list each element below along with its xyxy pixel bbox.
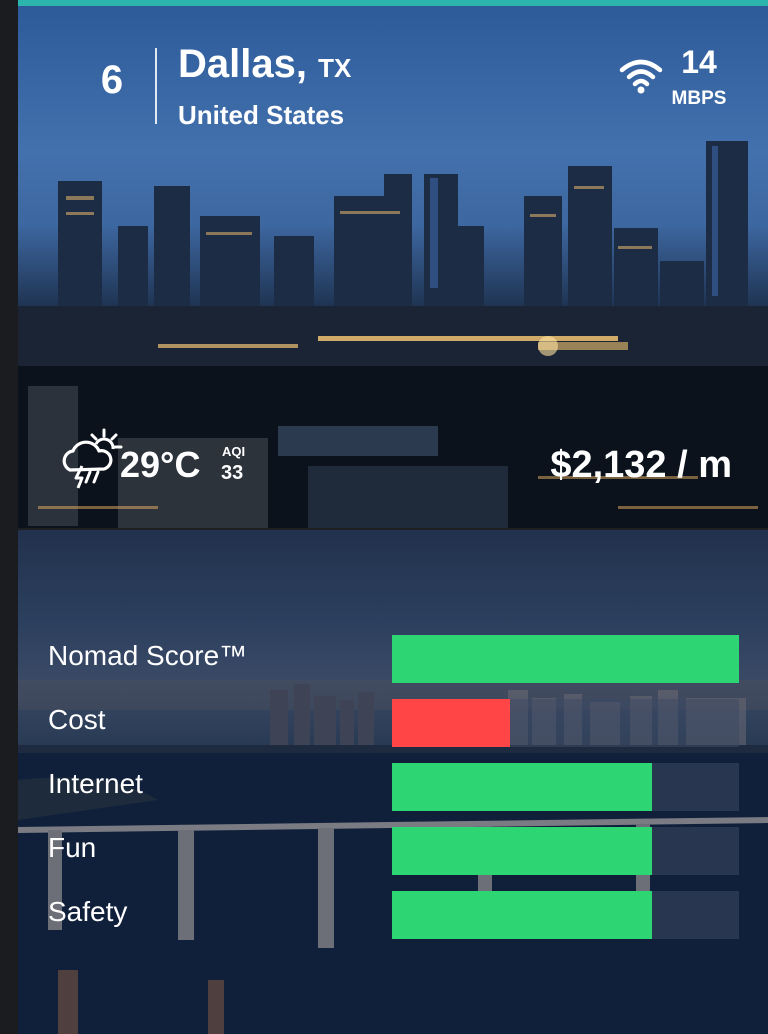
score-bar-fill-safety xyxy=(392,891,652,939)
aqi-value: 33 xyxy=(221,462,244,484)
score-label-nomad-score: Nomad Score™ xyxy=(48,640,248,671)
monthly-cost: $2,132 / m xyxy=(550,444,732,486)
score-bar-fill-fun xyxy=(392,827,652,875)
score-bar-track-fun xyxy=(392,827,739,875)
score-label-fun: Fun xyxy=(48,832,97,863)
temperature: 29°C xyxy=(120,444,201,485)
header-divider xyxy=(155,48,157,124)
city-name[interactable]: Dallas, TX xyxy=(178,42,351,87)
score-bar-track-nomad-score xyxy=(392,635,739,683)
score-bar-fill-cost xyxy=(392,699,510,747)
score-bar-fill-nomad-score xyxy=(392,635,739,683)
score-label-internet: Internet xyxy=(48,768,143,799)
score-bar-fill-internet xyxy=(392,763,652,811)
score-card[interactable]: Nomad Score™ Cost Internet Fun Safety xyxy=(18,530,768,1034)
city-rank: 6 xyxy=(100,58,124,102)
score-bar-track-cost xyxy=(392,699,739,747)
score-label-cost: Cost xyxy=(48,704,106,735)
score-label-safety: Safety xyxy=(48,896,128,927)
score-bar-track-internet xyxy=(392,763,739,811)
aqi-label: AQI xyxy=(222,444,246,459)
internet-speed-unit: MBPS xyxy=(671,88,727,109)
city-name-text: Dallas, xyxy=(178,42,307,86)
city-state: TX xyxy=(318,53,352,83)
wifi-icon xyxy=(619,59,663,94)
thunderstorm-sun-icon xyxy=(62,428,123,489)
score-bar-track-safety xyxy=(392,891,739,939)
internet-speed: 14 xyxy=(681,44,717,80)
city-card[interactable]: 6 Dallas, TX United States 14 MBPS 29°C … xyxy=(18,6,768,528)
country-name: United States xyxy=(178,100,345,130)
nomad-list-page: 6 Dallas, TX United States 14 MBPS 29°C … xyxy=(0,0,768,1034)
left-rail xyxy=(0,0,18,1034)
